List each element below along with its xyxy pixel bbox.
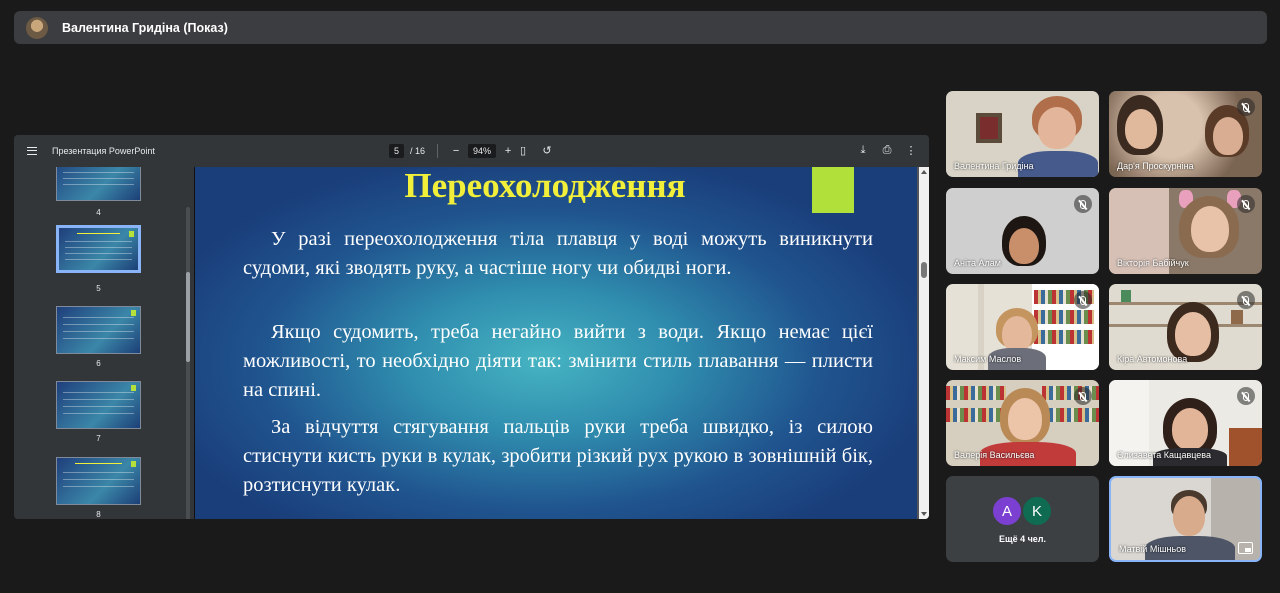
view-tools: ▯ ↺ — [517, 144, 553, 157]
thumbnail-page[interactable] — [56, 167, 141, 201]
participant-name: Дар'я Проскурніна — [1117, 161, 1194, 171]
participant-tile[interactable]: Максим Маслов — [946, 284, 1099, 370]
viewer-toolbar: Презентация PowerPoint 5 / 16 − 94% + ▯ … — [14, 135, 929, 167]
thumbnail-scrollbar[interactable] — [186, 207, 190, 519]
participant-name: Максим Маслов — [954, 354, 1022, 364]
presenter-bar: Валентина Гридіна (Показ) — [14, 11, 1267, 44]
mic-off-icon — [1074, 387, 1092, 405]
participant-name: Валерія Васильєва — [954, 450, 1035, 460]
page-number-input[interactable]: 5 — [389, 144, 405, 158]
slide-page: Переохолодження У разі переохолодження т… — [195, 167, 917, 519]
slide-accent-square — [812, 167, 854, 213]
page-navigator: 5 / 16 − 94% + — [389, 144, 514, 158]
participant-name: Аніта Алам — [954, 258, 1001, 268]
thumbnail-number: 5 — [96, 284, 101, 293]
document-canvas[interactable]: Переохолодження У разі переохолодження т… — [195, 167, 929, 519]
thumbnail-number: 8 — [96, 510, 101, 519]
mic-off-icon — [1074, 291, 1092, 309]
participant-avatar: K — [1021, 495, 1053, 527]
toolbar-divider — [437, 144, 439, 158]
more-participants-label: Ещё 4 чел. — [998, 534, 1047, 544]
thumbnail-number: 4 — [96, 208, 101, 217]
participant-tile[interactable]: Аніта Алам — [946, 188, 1099, 274]
thumbnail-number: 7 — [96, 434, 101, 443]
participant-tile[interactable]: Валентина Гридіна — [946, 91, 1099, 177]
mic-off-icon — [1237, 195, 1255, 213]
presenter-title: Валентина Гридіна (Показ) — [62, 20, 228, 35]
print-icon[interactable]: ⎙ — [881, 144, 893, 157]
rotate-icon[interactable]: ↺ — [541, 144, 553, 157]
participant-name: Валентина Гридіна — [954, 161, 1034, 171]
zoom-in-button[interactable]: + — [502, 145, 514, 157]
page-total: / 16 — [410, 146, 426, 156]
shared-screen-viewer: Презентация PowerPoint 5 / 16 − 94% + ▯ … — [14, 135, 929, 519]
thumbnail-sidebar[interactable]: 4 5 6 7 8 — [14, 167, 194, 519]
thumbnail-page[interactable] — [56, 381, 141, 429]
mic-off-icon — [1237, 98, 1255, 116]
zoom-out-button[interactable]: − — [450, 145, 462, 157]
participant-tile[interactable]: Вікторія Бабійчук — [1109, 188, 1262, 274]
thumbnail-page-selected[interactable] — [56, 225, 141, 273]
mic-off-icon — [1237, 387, 1255, 405]
participant-name: Матвій Мішньов — [1119, 544, 1186, 554]
participant-name: Вікторія Бабійчук — [1117, 258, 1189, 268]
picture-in-picture-icon[interactable] — [1238, 542, 1253, 554]
fit-page-icon[interactable]: ▯ — [517, 144, 529, 157]
participant-tile[interactable]: Кіра Автомонова — [1109, 284, 1262, 370]
menu-icon[interactable] — [27, 147, 37, 155]
thumbnail-page[interactable] — [56, 306, 141, 354]
participant-tile[interactable]: Валерія Васильєва — [946, 380, 1099, 466]
download-icon[interactable]: ⤓ — [857, 144, 869, 157]
mic-off-icon — [1074, 195, 1092, 213]
participant-tile[interactable]: Єлизавета Кащавцева — [1109, 380, 1262, 466]
slide-paragraph: Якщо судомить, треба негайно вийти з вод… — [243, 321, 873, 401]
mic-off-icon — [1237, 291, 1255, 309]
document-scrollbar[interactable] — [919, 167, 929, 519]
participant-tile[interactable]: Дар'я Проскурніна — [1109, 91, 1262, 177]
slide-paragraph: За відчуття стягування пальців руки треб… — [243, 416, 873, 496]
document-title: Презентация PowerPoint — [52, 146, 155, 156]
zoom-level-input[interactable]: 94% — [468, 144, 497, 158]
slide-title: Переохолодження — [404, 167, 686, 205]
file-tools: ⤓ ⎙ ⋮ — [857, 144, 917, 157]
more-participants-tile[interactable]: A K Ещё 4 чел. — [946, 476, 1099, 562]
participant-name: Єлизавета Кащавцева — [1117, 450, 1211, 460]
thumbnail-number: 6 — [96, 359, 101, 368]
thumbnail-page[interactable] — [56, 457, 141, 505]
participant-avatar: A — [991, 495, 1023, 527]
participant-name: Кіра Автомонова — [1117, 354, 1188, 364]
self-view-tile[interactable]: Матвій Мішньов — [1109, 476, 1262, 562]
presenter-avatar — [26, 16, 48, 39]
slide-paragraph: У разі переохолодження тіла плавця у вод… — [243, 228, 873, 279]
more-vert-icon[interactable]: ⋮ — [905, 144, 917, 157]
